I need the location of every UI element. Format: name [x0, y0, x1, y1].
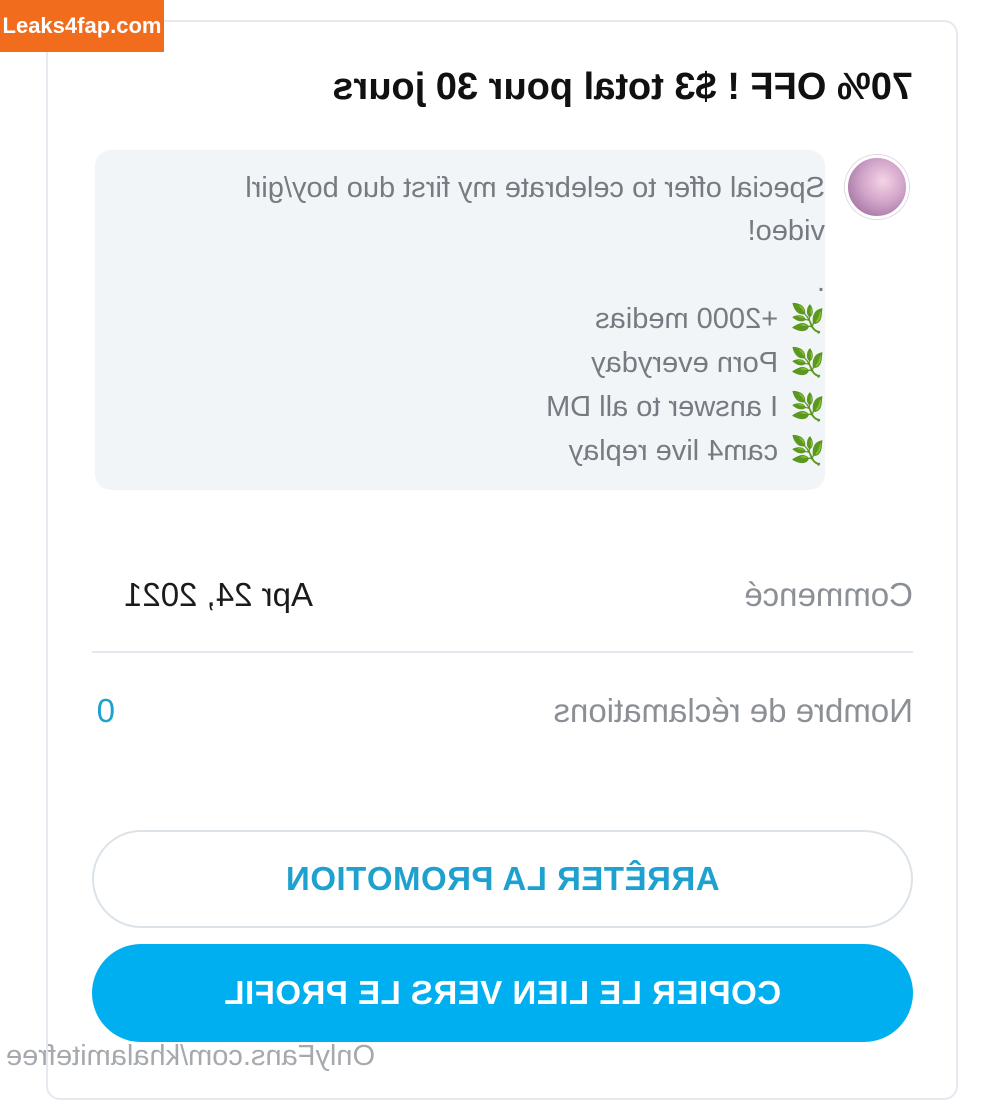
feature-label: +2000 medias [595, 303, 779, 335]
claims-label: Nombre de réclamations [553, 692, 914, 729]
copy-profile-link-button[interactable]: COPIER LE LIEN VERS LE PROFIL [92, 944, 913, 1042]
description-separator: . [816, 266, 825, 298]
mirrored-content: 70% OFF ! $3 total pour 30 jours Special… [0, 0, 1005, 1080]
herb-icon: 🌿 [790, 347, 825, 378]
feature-label: cam4 live replay [568, 435, 779, 467]
divider [92, 651, 913, 653]
footer-url: OnlyFans.com/khalamitefree [6, 1040, 376, 1072]
description-line-2: video! [747, 215, 825, 247]
stop-promotion-button[interactable]: ARRÊTER LA PROMOTION [92, 830, 913, 928]
promo-title: 70% OFF ! $3 total pour 30 jours [332, 66, 913, 108]
feature-label: Porn everyday [591, 347, 779, 379]
feature-item: 🌿 I answer to all DM [546, 390, 825, 430]
claims-value: 0 [96, 692, 115, 729]
started-label: Commencé [744, 576, 913, 613]
started-value: Apr 24, 2021 [124, 576, 313, 613]
herb-icon: 🌿 [790, 435, 825, 466]
feature-item: 🌿 cam4 live replay [569, 434, 825, 474]
herb-icon: 🌿 [790, 303, 825, 334]
feature-item: 🌿 +2000 medias [595, 302, 825, 342]
feature-item: 🌿 Porn everyday [591, 346, 825, 386]
watermark-logo: Leaks4fap.com [0, 0, 164, 52]
promo-description: Special offer to celebrate my first duo … [145, 167, 825, 253]
feature-label: I answer to all DM [546, 391, 779, 423]
description-line-1: Special offer to celebrate my first duo … [245, 172, 825, 204]
avatar[interactable] [845, 155, 909, 219]
herb-icon: 🌿 [790, 391, 825, 422]
